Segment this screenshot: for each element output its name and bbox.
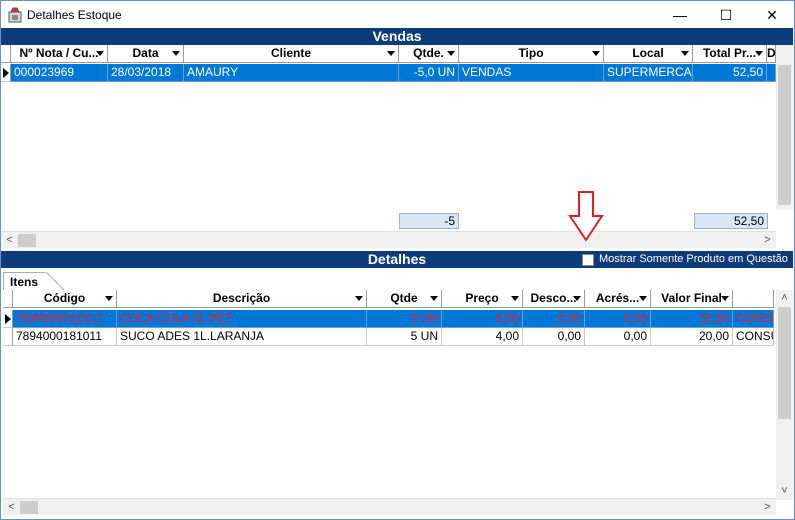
cell-preco[interactable]: 6,50 (442, 310, 523, 328)
cell-tipo[interactable]: VENDAS (459, 64, 604, 82)
cell-desconto[interactable]: 0,00 (523, 328, 585, 346)
col-total[interactable]: Total Pr... (693, 45, 767, 63)
sort-arrow-icon (592, 51, 600, 56)
col-qtde[interactable]: Qtde. (399, 45, 459, 63)
total-qtde: -5 (399, 213, 459, 229)
sort-arrow-icon (511, 296, 519, 301)
minimize-button[interactable]: — (657, 1, 703, 29)
scroll-up-icon[interactable]: ˄ (776, 290, 793, 307)
title-bar: Detalhes Estoque — ☐ ✕ (0, 0, 795, 28)
cell-d[interactable] (767, 64, 776, 82)
sort-arrow-icon (387, 51, 395, 56)
cell-acrescimo[interactable]: 0,00 (585, 310, 651, 328)
window-title: Detalhes Estoque (27, 8, 122, 22)
table-row[interactable]: 000023969 28/03/2018 AMAURY -5,0 UN VEND… (1, 64, 776, 82)
col-acrescimo[interactable]: Acrés... (585, 290, 651, 308)
sort-arrow-icon (755, 51, 763, 56)
cell-acrescimo[interactable]: 0,00 (585, 328, 651, 346)
cell-qtde[interactable]: 5 UN (367, 328, 442, 346)
sort-arrow-icon (721, 296, 729, 301)
cell-descricao[interactable]: COCA COLA 2L PET (117, 310, 367, 328)
cell-valor-final[interactable]: 20,00 (651, 328, 733, 346)
minimize-icon: — (673, 7, 687, 23)
detalhes-grid-header: Código Descrição Qtde Preço Desco... Acr… (3, 290, 774, 308)
app-icon (8, 7, 22, 23)
scroll-thumb[interactable] (20, 501, 38, 514)
col-preco[interactable]: Preço (442, 290, 523, 308)
table-row[interactable]: 7894900011517 COCA COLA 2L PET 5 UN 6,50… (3, 310, 774, 328)
sort-arrow-icon (172, 51, 180, 56)
detalhes-vertical-scrollbar[interactable]: ˄ ˅ (776, 290, 793, 500)
sort-arrow-icon (105, 296, 113, 301)
vendas-horizontal-scrollbar[interactable]: < > (1, 231, 776, 248)
cell-desconto[interactable]: 0,00 (523, 310, 585, 328)
show-only-checkbox[interactable] (582, 254, 594, 266)
cell-cliente[interactable]: AMAURY (184, 64, 399, 82)
col-data[interactable]: Data (108, 45, 184, 63)
scroll-right-icon[interactable]: > (759, 232, 776, 249)
cell-extra[interactable]: CONSU (733, 310, 774, 328)
vendas-header: Vendas (1, 28, 793, 45)
col-cliente[interactable]: Cliente (184, 45, 399, 63)
total-valor: 52,50 (694, 213, 768, 229)
cell-total[interactable]: 52,50 (693, 64, 767, 82)
col-valor-final[interactable]: Valor Final (651, 290, 733, 308)
col-local[interactable]: Local (604, 45, 693, 63)
maximize-button[interactable]: ☐ (703, 1, 749, 29)
sort-arrow-icon (681, 51, 689, 56)
col-desconto[interactable]: Desco... (523, 290, 585, 308)
down-arrow-annotation-icon (568, 191, 604, 242)
scroll-down-icon[interactable]: ˅ (776, 483, 793, 500)
row-indicator (3, 310, 13, 328)
scroll-thumb[interactable] (18, 234, 36, 247)
vendas-vertical-scrollbar[interactable] (776, 45, 793, 210)
col-descricao[interactable]: Descrição (117, 290, 367, 308)
indicator-column-header (3, 290, 13, 308)
maximize-icon: ☐ (719, 6, 733, 23)
cell-extra[interactable]: CONSU (733, 328, 774, 346)
col-tipo[interactable]: Tipo (459, 45, 604, 63)
scroll-thumb[interactable] (778, 65, 791, 205)
indicator-column-header (1, 45, 11, 63)
cell-qtde[interactable]: 5 UN (367, 310, 442, 328)
scroll-left-icon[interactable]: < (1, 232, 18, 249)
show-only-label[interactable]: Mostrar Somente Produto em Questão (599, 253, 788, 265)
sort-arrow-icon (573, 296, 581, 301)
cell-descricao[interactable]: SUCO ADES 1L.LARANJA (117, 328, 367, 346)
window-frame (0, 28, 795, 520)
vendas-grid-header: Nº Nota / Cu... Data Cliente Qtde. Tipo … (1, 45, 776, 63)
cell-local[interactable]: SUPERMERCADO (604, 64, 693, 82)
col-nota[interactable]: Nº Nota / Cu... (11, 45, 108, 63)
row-indicator (3, 328, 13, 346)
row-indicator (1, 64, 11, 82)
row-indicator-icon (3, 68, 9, 78)
cell-nota[interactable]: 000023969 (11, 64, 108, 82)
table-row[interactable]: 7894000181011 SUCO ADES 1L.LARANJA 5 UN … (3, 328, 774, 346)
tab-edge (44, 272, 64, 291)
cell-qtde[interactable]: -5,0 UN (399, 64, 459, 82)
scroll-thumb[interactable] (778, 307, 791, 419)
cell-valor-final[interactable]: 32,50 (651, 310, 733, 328)
detalhes-horizontal-scrollbar[interactable]: < > (3, 498, 776, 515)
sort-arrow-icon (639, 296, 647, 301)
col-qtde[interactable]: Qtde (367, 290, 442, 308)
scroll-left-icon[interactable]: < (3, 499, 20, 516)
sort-arrow-icon (447, 51, 455, 56)
cell-data[interactable]: 28/03/2018 (108, 64, 184, 82)
cell-preco[interactable]: 4,00 (442, 328, 523, 346)
tab-itens[interactable]: Itens (3, 272, 45, 290)
cell-codigo[interactable]: 7894900011517 (13, 310, 117, 328)
col-extra[interactable] (733, 290, 774, 308)
row-indicator-icon (5, 314, 11, 324)
sort-arrow-icon (355, 296, 363, 301)
scroll-right-icon[interactable]: > (759, 499, 776, 516)
col-d[interactable]: D (767, 45, 776, 63)
col-codigo[interactable]: Código (13, 290, 117, 308)
close-button[interactable]: ✕ (749, 1, 795, 29)
cell-codigo[interactable]: 7894000181011 (13, 328, 117, 346)
sort-arrow-icon (96, 51, 104, 56)
sort-arrow-icon (430, 296, 438, 301)
close-icon: ✕ (766, 6, 778, 23)
